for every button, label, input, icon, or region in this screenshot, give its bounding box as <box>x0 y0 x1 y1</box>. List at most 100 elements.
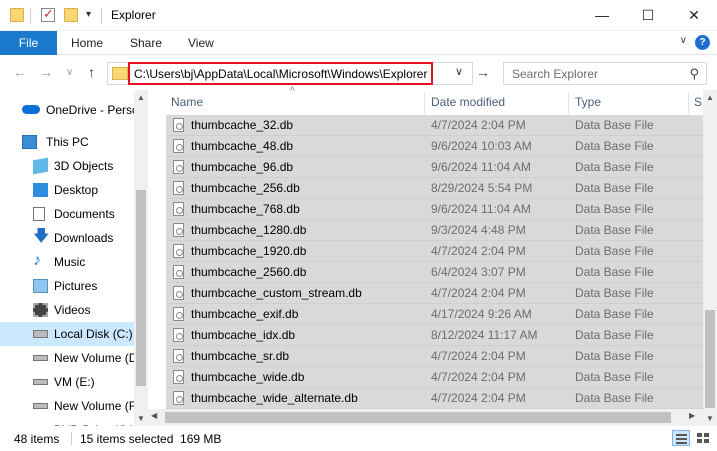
maximize-button[interactable]: ☐ <box>625 0 671 31</box>
sidebar-item-dvd-drive-g[interactable]: DVD Drive (G:) <box>0 418 134 426</box>
item-count: 48 items <box>14 432 60 446</box>
table-row[interactable]: thumbcache_wide_alternate.db 4/7/2024 2:0… <box>166 388 703 409</box>
column-header-type[interactable]: Type <box>575 90 601 115</box>
go-button[interactable]: → <box>476 64 490 80</box>
table-row[interactable]: thumbcache_sr.db 4/7/2024 2:04 PM Data Bas… <box>166 346 703 367</box>
table-row[interactable]: thumbcache_1920.db 4/7/2024 2:04 PM Data B… <box>166 241 703 262</box>
cloud-icon <box>22 105 40 114</box>
table-row[interactable]: thumbcache_32.db 4/7/2024 2:04 PM Data Bas… <box>166 115 703 136</box>
details-view-button[interactable] <box>672 430 690 446</box>
file-type: Data Base File <box>575 370 654 384</box>
back-button[interactable]: ← <box>13 64 27 80</box>
file-name[interactable]: thumbcache_2560.db <box>191 262 306 283</box>
file-name[interactable]: thumbcache_1280.db <box>191 220 306 241</box>
up-button[interactable]: ↑ <box>88 64 95 80</box>
table-row[interactable]: thumbcache_wide.db 4/7/2024 2:04 PM Data B… <box>166 367 703 388</box>
sidebar-item-3d-objects[interactable]: 3D Objects <box>0 154 134 178</box>
file-name[interactable]: thumbcache_exif.db <box>191 304 298 325</box>
file-date-modified: 9/6/2024 11:04 AM <box>431 202 531 216</box>
scroll-up-icon[interactable]: ▲ <box>706 93 714 102</box>
table-row[interactable]: thumbcache_96.db 9/6/2024 11:04 AM Data Ba… <box>166 157 703 178</box>
table-row[interactable]: thumbcache_idx.db 8/12/2024 11:17 AM Data … <box>166 325 703 346</box>
sidebar-item-local-disk-c[interactable]: Local Disk (C:) <box>0 322 134 346</box>
file-name[interactable]: thumbcache_sr.db <box>191 346 289 367</box>
sidebar-item-pictures[interactable]: Pictures <box>0 274 134 298</box>
help-icon[interactable]: ? <box>695 35 710 50</box>
scroll-down-icon[interactable]: ▼ <box>706 414 714 423</box>
sidebar-item-new-volume-f[interactable]: New Volume (F <box>0 394 134 418</box>
column-header-size[interactable]: S <box>694 90 702 115</box>
scroll-left-icon[interactable]: ◀ <box>151 411 157 420</box>
column-header-name[interactable]: Name <box>171 90 203 115</box>
horizontal-scroll-thumb[interactable] <box>165 412 671 423</box>
search-icon[interactable]: ⚲ <box>689 66 699 82</box>
tab-share[interactable]: Share <box>130 31 162 55</box>
sidebar-item-music[interactable]: ♪ Music <box>0 250 134 274</box>
sidebar-scrollbar[interactable]: ▲ ▼ <box>134 90 148 426</box>
search-box[interactable]: Search Explorer ⚲ <box>503 62 707 85</box>
sidebar-item-this-pc[interactable]: This PC <box>0 130 134 154</box>
expand-ribbon-icon[interactable]: ∨ <box>680 35 687 46</box>
address-bar[interactable]: C:\Users\bj\AppData\Local\Microsoft\Wind… <box>107 62 473 85</box>
sidebar-item-documents[interactable]: Documents <box>0 202 134 226</box>
scroll-down-icon[interactable]: ▼ <box>137 414 145 423</box>
forward-button[interactable]: → <box>39 64 53 80</box>
file-name[interactable]: thumbcache_256.db <box>191 178 300 199</box>
sidebar-scroll-thumb[interactable] <box>136 190 146 386</box>
close-button[interactable]: ✕ <box>671 0 717 31</box>
table-row[interactable]: thumbcache_2560.db 6/4/2024 3:07 PM Data B… <box>166 262 703 283</box>
sidebar-item-new-volume-d[interactable]: New Volume (D <box>0 346 134 370</box>
tab-file[interactable]: File <box>0 31 57 55</box>
table-row[interactable]: thumbcache_48.db 9/6/2024 10:03 AM Data Ba… <box>166 136 703 157</box>
divider <box>71 432 72 445</box>
computer-icon <box>22 135 37 149</box>
column-divider[interactable] <box>424 92 425 114</box>
file-date-modified: 4/7/2024 2:04 PM <box>431 349 526 363</box>
address-path[interactable]: C:\Users\bj\AppData\Local\Microsoft\Wind… <box>128 62 434 85</box>
navigation-pane: OneDrive - Perso This PC 3D Objects Desk… <box>0 90 148 426</box>
vertical-scrollbar[interactable]: ▲ ▼ <box>703 90 717 426</box>
column-divider[interactable] <box>688 92 689 114</box>
sidebar-item-desktop[interactable]: Desktop <box>0 178 134 202</box>
large-icons-view-button[interactable] <box>694 430 712 446</box>
file-name[interactable]: thumbcache_1920.db <box>191 241 306 262</box>
file-name[interactable]: thumbcache_wide_alternate.db <box>191 388 358 409</box>
properties-icon[interactable] <box>41 6 55 22</box>
quick-access-dropdown-icon[interactable]: ▾ <box>86 9 91 20</box>
sidebar-item-onedrive[interactable]: OneDrive - Perso <box>0 98 134 122</box>
recent-locations-icon[interactable]: ∨ <box>66 67 73 78</box>
table-row[interactable]: thumbcache_1280.db 9/3/2024 4:48 PM Data B… <box>166 220 703 241</box>
sidebar-item-videos[interactable]: Videos <box>0 298 134 322</box>
file-name[interactable]: thumbcache_32.db <box>191 115 293 136</box>
tab-home[interactable]: Home <box>71 31 103 55</box>
selection-info: 15 items selected 169 MB <box>80 432 222 446</box>
table-row[interactable]: thumbcache_custom_stream.db 4/7/2024 2:04… <box>166 283 703 304</box>
sidebar-item-vm-e[interactable]: VM (E:) <box>0 370 134 394</box>
drive-icon <box>33 330 48 338</box>
file-date-modified: 4/7/2024 2:04 PM <box>431 370 526 384</box>
scroll-right-icon[interactable]: ▶ <box>689 411 695 420</box>
file-name[interactable]: thumbcache_96.db <box>191 157 293 178</box>
search-input[interactable]: Search Explorer <box>512 67 598 81</box>
download-icon: 🡇 <box>33 228 50 245</box>
minimize-button[interactable]: — <box>579 0 625 31</box>
file-name[interactable]: thumbcache_idx.db <box>191 325 295 346</box>
column-divider[interactable] <box>568 92 569 114</box>
scroll-up-icon[interactable]: ▲ <box>137 93 145 102</box>
file-date-modified: 8/29/2024 5:54 PM <box>431 181 533 195</box>
divider <box>30 9 31 23</box>
tab-view[interactable]: View <box>188 31 214 55</box>
file-name[interactable]: thumbcache_wide.db <box>191 367 304 388</box>
sidebar-item-downloads[interactable]: 🡇 Downloads <box>0 226 134 250</box>
horizontal-scrollbar[interactable]: ◀ ▶ <box>148 409 703 426</box>
address-dropdown-icon[interactable]: ∨ <box>455 65 463 78</box>
new-folder-icon[interactable] <box>64 8 78 22</box>
file-name[interactable]: thumbcache_48.db <box>191 136 293 157</box>
column-header-date-modified[interactable]: Date modified <box>431 90 505 115</box>
table-row[interactable]: thumbcache_768.db 9/6/2024 11:04 AM Data B… <box>166 199 703 220</box>
file-name[interactable]: thumbcache_custom_stream.db <box>191 283 362 304</box>
table-row[interactable]: thumbcache_exif.db 4/17/2024 9:26 AM Data … <box>166 304 703 325</box>
vertical-scroll-thumb[interactable] <box>705 310 715 408</box>
file-name[interactable]: thumbcache_768.db <box>191 199 300 220</box>
table-row[interactable]: thumbcache_256.db 8/29/2024 5:54 PM Data B… <box>166 178 703 199</box>
